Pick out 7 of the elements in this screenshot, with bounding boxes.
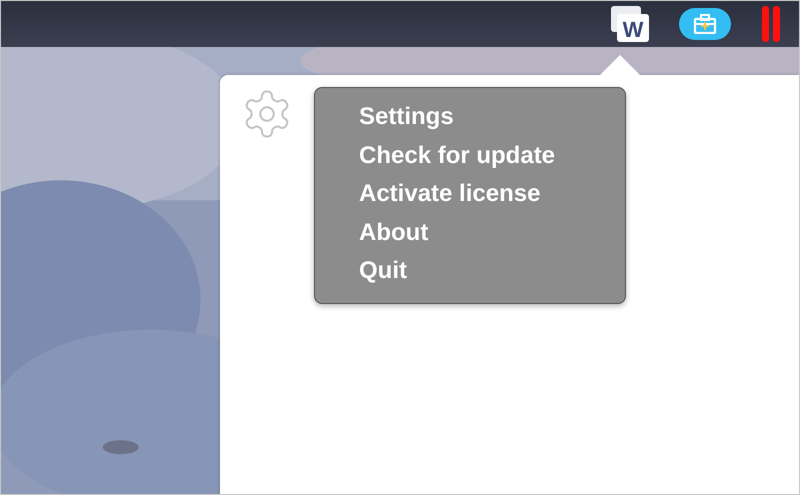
pause-icon[interactable] [761,6,781,42]
menu-item[interactable]: About [359,214,625,252]
menu-item[interactable]: Quit [359,252,625,290]
menu-item[interactable]: Activate license [359,175,625,214]
menu-item[interactable]: Settings [359,98,625,136]
toolbox-icon[interactable] [679,8,731,40]
menu-item[interactable]: Check for update [359,136,625,175]
